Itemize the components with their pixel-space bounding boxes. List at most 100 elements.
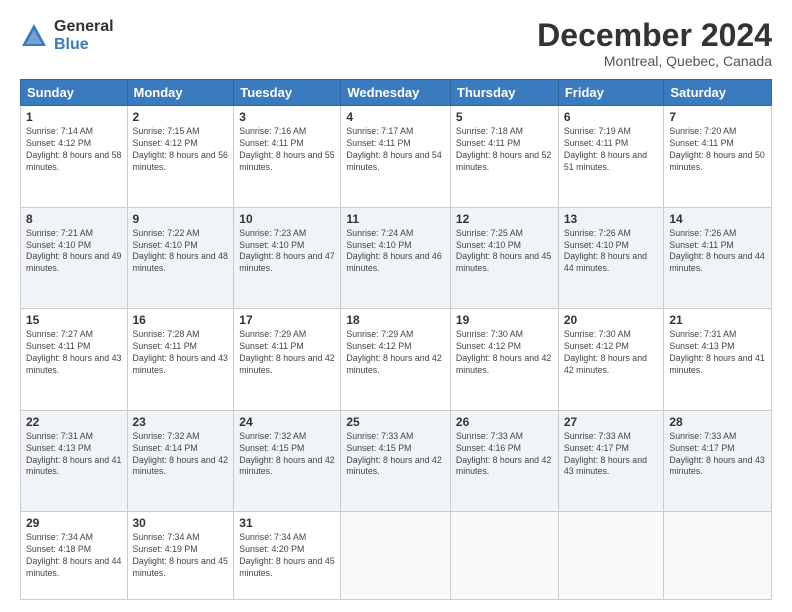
day-info: Sunrise: 7:15 AMSunset: 4:12 PMDaylight:… <box>133 126 229 174</box>
calendar-header-row: SundayMondayTuesdayWednesdayThursdayFrid… <box>21 80 772 106</box>
week-row-2: 8 Sunrise: 7:21 AMSunset: 4:10 PMDaylight… <box>21 207 772 309</box>
day-number: 5 <box>456 110 553 124</box>
calendar-cell: 18 Sunrise: 7:29 AMSunset: 4:12 PMDayligh… <box>341 309 451 411</box>
calendar-cell: 4 Sunrise: 7:17 AMSunset: 4:11 PMDaylight… <box>341 106 451 208</box>
day-info: Sunrise: 7:27 AMSunset: 4:11 PMDaylight:… <box>26 329 122 377</box>
calendar-cell: 17Sunrise: 7:29 AMSunset: 4:11 PMDayligh… <box>234 309 341 411</box>
day-info: Sunrise: 7:30 AMSunset: 4:12 PMDaylight:… <box>564 329 659 377</box>
calendar: SundayMondayTuesdayWednesdayThursdayFrid… <box>20 79 772 600</box>
calendar-cell: 12 Sunrise: 7:25 AMSunset: 4:10 PMDayligh… <box>450 207 558 309</box>
calendar-cell: 14 Sunrise: 7:26 AMSunset: 4:11 PMDayligh… <box>664 207 772 309</box>
title-area: December 2024 Montreal, Quebec, Canada <box>537 18 772 69</box>
day-number: 26 <box>456 415 553 429</box>
day-number: 17 <box>239 313 335 327</box>
day-info: Sunrise: 7:32 AMSunset: 4:15 PMDaylight:… <box>239 431 335 479</box>
calendar-cell <box>341 512 451 600</box>
week-row-1: 1Sunrise: 7:14 AMSunset: 4:12 PMDaylight… <box>21 106 772 208</box>
calendar-cell <box>450 512 558 600</box>
day-info: Sunrise: 7:19 AMSunset: 4:11 PMDaylight:… <box>564 126 659 174</box>
day-info: Sunrise: 7:29 AMSunset: 4:12 PMDaylight:… <box>346 329 445 377</box>
day-number: 10 <box>239 212 335 226</box>
day-info: Sunrise: 7:25 AMSunset: 4:10 PMDaylight:… <box>456 228 553 276</box>
calendar-cell: 21 Sunrise: 7:31 AMSunset: 4:13 PMDayligh… <box>664 309 772 411</box>
calendar-cell: 3 Sunrise: 7:16 AMSunset: 4:11 PMDaylight… <box>234 106 341 208</box>
day-info: Sunrise: 7:28 AMSunset: 4:11 PMDaylight:… <box>133 329 229 377</box>
day-info: Sunrise: 7:30 AMSunset: 4:12 PMDaylight:… <box>456 329 553 377</box>
day-info: Sunrise: 7:21 AMSunset: 4:10 PMDaylight:… <box>26 228 122 276</box>
logo-icon <box>20 22 48 50</box>
day-number: 27 <box>564 415 659 429</box>
page: General Blue December 2024 Montreal, Que… <box>0 0 792 612</box>
day-number: 31 <box>239 516 335 530</box>
calendar-cell: 30 Sunrise: 7:34 AMSunset: 4:19 PMDayligh… <box>127 512 234 600</box>
day-number: 18 <box>346 313 445 327</box>
calendar-cell: 10 Sunrise: 7:23 AMSunset: 4:10 PMDayligh… <box>234 207 341 309</box>
day-number: 20 <box>564 313 659 327</box>
calendar-cell: 29 Sunrise: 7:34 AMSunset: 4:18 PMDayligh… <box>21 512 128 600</box>
calendar-cell: 27 Sunrise: 7:33 AMSunset: 4:17 PMDayligh… <box>558 410 664 512</box>
day-info: Sunrise: 7:33 AMSunset: 4:17 PMDaylight:… <box>564 431 659 479</box>
calendar-cell: 15Sunrise: 7:27 AMSunset: 4:11 PMDayligh… <box>21 309 128 411</box>
day-number: 22 <box>26 415 122 429</box>
day-header-tuesday: Tuesday <box>234 80 341 106</box>
calendar-cell: 8 Sunrise: 7:21 AMSunset: 4:10 PMDaylight… <box>21 207 128 309</box>
day-header-wednesday: Wednesday <box>341 80 451 106</box>
day-number: 7 <box>669 110 766 124</box>
day-number: 30 <box>133 516 229 530</box>
month-title: December 2024 <box>537 18 772 53</box>
day-info: Sunrise: 7:17 AMSunset: 4:11 PMDaylight:… <box>346 126 445 174</box>
day-info: Sunrise: 7:26 AMSunset: 4:10 PMDaylight:… <box>564 228 659 276</box>
day-info: Sunrise: 7:33 AMSunset: 4:17 PMDaylight:… <box>669 431 766 479</box>
calendar-cell: 28 Sunrise: 7:33 AMSunset: 4:17 PMDayligh… <box>664 410 772 512</box>
calendar-cell <box>664 512 772 600</box>
day-number: 14 <box>669 212 766 226</box>
day-info: Sunrise: 7:26 AMSunset: 4:11 PMDaylight:… <box>669 228 766 276</box>
day-number: 3 <box>239 110 335 124</box>
calendar-cell: 16Sunrise: 7:28 AMSunset: 4:11 PMDayligh… <box>127 309 234 411</box>
calendar-cell: 24 Sunrise: 7:32 AMSunset: 4:15 PMDayligh… <box>234 410 341 512</box>
week-row-5: 29 Sunrise: 7:34 AMSunset: 4:18 PMDayligh… <box>21 512 772 600</box>
logo-area: General Blue <box>20 18 114 53</box>
logo-general: General <box>54 18 114 36</box>
day-info: Sunrise: 7:18 AMSunset: 4:11 PMDaylight:… <box>456 126 553 174</box>
day-info: Sunrise: 7:33 AMSunset: 4:16 PMDaylight:… <box>456 431 553 479</box>
day-number: 28 <box>669 415 766 429</box>
calendar-body: 1Sunrise: 7:14 AMSunset: 4:12 PMDaylight… <box>21 106 772 600</box>
calendar-cell <box>558 512 664 600</box>
calendar-cell: 20 Sunrise: 7:30 AMSunset: 4:12 PMDayligh… <box>558 309 664 411</box>
day-info: Sunrise: 7:20 AMSunset: 4:11 PMDaylight:… <box>669 126 766 174</box>
day-number: 24 <box>239 415 335 429</box>
calendar-cell: 25 Sunrise: 7:33 AMSunset: 4:15 PMDayligh… <box>341 410 451 512</box>
day-number: 21 <box>669 313 766 327</box>
day-number: 2 <box>133 110 229 124</box>
day-info: Sunrise: 7:31 AMSunset: 4:13 PMDaylight:… <box>669 329 766 377</box>
header: General Blue December 2024 Montreal, Que… <box>20 18 772 69</box>
day-number: 19 <box>456 313 553 327</box>
day-number: 25 <box>346 415 445 429</box>
day-info: Sunrise: 7:34 AMSunset: 4:18 PMDaylight:… <box>26 532 122 580</box>
calendar-cell: 11Sunrise: 7:24 AMSunset: 4:10 PMDayligh… <box>341 207 451 309</box>
calendar-cell: 6Sunrise: 7:19 AMSunset: 4:11 PMDaylight… <box>558 106 664 208</box>
logo-text: General Blue <box>54 18 114 53</box>
day-header-thursday: Thursday <box>450 80 558 106</box>
day-info: Sunrise: 7:16 AMSunset: 4:11 PMDaylight:… <box>239 126 335 174</box>
day-info: Sunrise: 7:14 AMSunset: 4:12 PMDaylight:… <box>26 126 122 174</box>
calendar-cell: 5 Sunrise: 7:18 AMSunset: 4:11 PMDaylight… <box>450 106 558 208</box>
week-row-3: 15Sunrise: 7:27 AMSunset: 4:11 PMDayligh… <box>21 309 772 411</box>
day-info: Sunrise: 7:24 AMSunset: 4:10 PMDaylight:… <box>346 228 445 276</box>
day-number: 8 <box>26 212 122 226</box>
day-header-saturday: Saturday <box>664 80 772 106</box>
calendar-cell: 2 Sunrise: 7:15 AMSunset: 4:12 PMDaylight… <box>127 106 234 208</box>
day-number: 23 <box>133 415 229 429</box>
calendar-cell: 19 Sunrise: 7:30 AMSunset: 4:12 PMDayligh… <box>450 309 558 411</box>
day-number: 4 <box>346 110 445 124</box>
day-header-friday: Friday <box>558 80 664 106</box>
day-info: Sunrise: 7:33 AMSunset: 4:15 PMDaylight:… <box>346 431 445 479</box>
calendar-cell: 26 Sunrise: 7:33 AMSunset: 4:16 PMDayligh… <box>450 410 558 512</box>
day-info: Sunrise: 7:23 AMSunset: 4:10 PMDaylight:… <box>239 228 335 276</box>
day-info: Sunrise: 7:34 AMSunset: 4:19 PMDaylight:… <box>133 532 229 580</box>
day-info: Sunrise: 7:22 AMSunset: 4:10 PMDaylight:… <box>133 228 229 276</box>
day-number: 12 <box>456 212 553 226</box>
day-info: Sunrise: 7:34 AMSunset: 4:20 PMDaylight:… <box>239 532 335 580</box>
day-number: 29 <box>26 516 122 530</box>
